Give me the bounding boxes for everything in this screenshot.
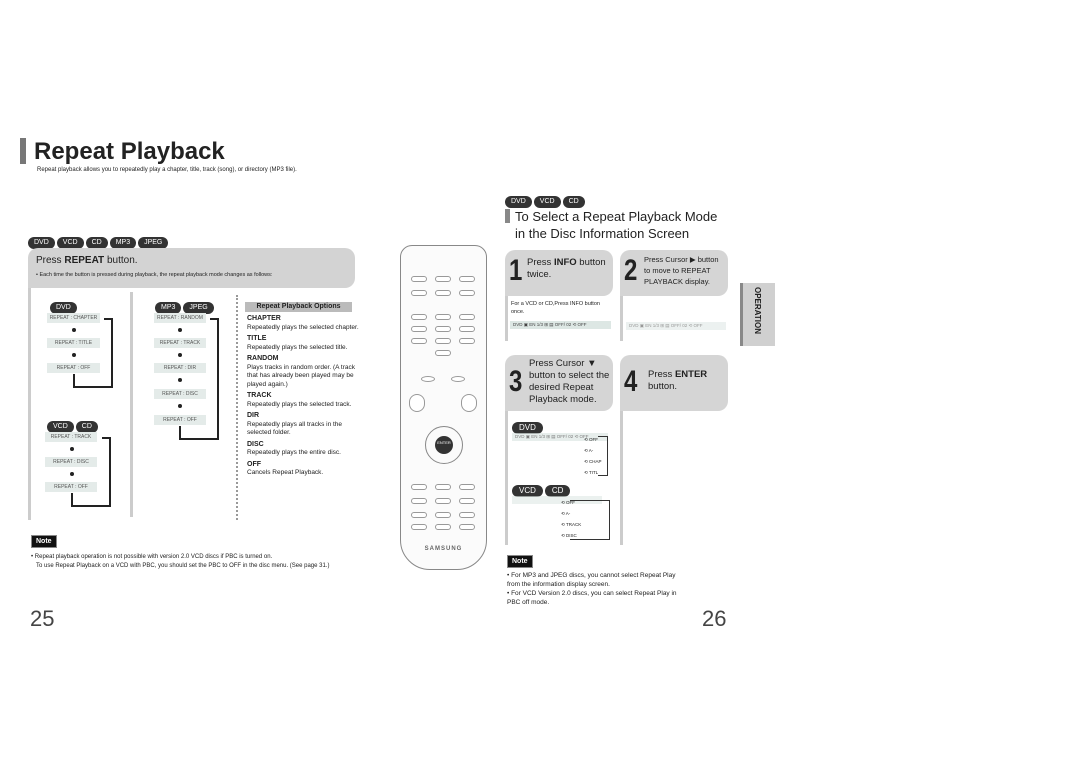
flow-item: REPEAT : RANDOM [154, 313, 206, 323]
step-1: 1 Press INFO button twice. [505, 250, 613, 296]
arrow-down-icon [178, 353, 182, 357]
loop-line [71, 493, 111, 507]
page-number: 25 [30, 606, 55, 631]
loop-line [73, 374, 113, 388]
flow-item: REPEAT : CHAPTER [47, 313, 100, 323]
loop-line [179, 426, 219, 440]
page-title: Repeat Playback [34, 138, 225, 165]
arrow-down-icon [70, 472, 74, 476]
arrow-down-icon [178, 328, 182, 332]
divider [130, 292, 133, 517]
flow-item: REPEAT : OFF [47, 363, 100, 373]
info-display-bar: DVD ▣ EN 1/3 ⊞ ▤ OFF/ 02 ⟲ OFF [626, 322, 726, 330]
info-display-bar: DVD ▣ EN 1/3 ⊞ ▤ OFF/ 02 ⟲ OFF [510, 321, 611, 329]
arrow-down-icon [178, 404, 182, 408]
instruction-box: Press REPEAT button. • Each time the but… [28, 248, 355, 288]
loop-arrow-icon [102, 437, 111, 495]
instruction-text: Press REPEAT button. [36, 255, 138, 266]
loop-arrow-icon [210, 318, 219, 428]
page-subtitle: Repeat playback allows you to repeatedly… [37, 167, 297, 173]
flow-item: REPEAT : TRACK [45, 432, 97, 442]
title-bar-accent [20, 138, 26, 164]
enter-button: ENTER [435, 436, 453, 454]
arrow-down-icon [72, 353, 76, 357]
options-list: CHAPTER Repeatedly plays the selected cha… [247, 315, 359, 476]
divider [28, 288, 31, 520]
disc-badges: DVD VCD CD MP3 JPEG [28, 231, 170, 249]
arrow-down-icon [178, 378, 182, 382]
badge-cd: CD [562, 196, 585, 208]
badge-vcd: VCD [533, 196, 561, 208]
note-text: • For MP3 and JPEG discs, you cannot sel… [507, 572, 677, 606]
step-3: 3 Press Cursor ▼ button to select the de… [505, 355, 613, 411]
step-4: 4 Press ENTER button. [620, 355, 728, 411]
flow-item: REPEAT : TITLE [47, 338, 100, 348]
section-heading: To Select a Repeat Playback Mode in the D… [515, 209, 718, 241]
loop-arrow-icon [104, 318, 113, 376]
page-number: 26 [702, 606, 727, 631]
note-label: Note [31, 535, 57, 548]
divider [236, 295, 238, 520]
badge-dvd: DVD [505, 196, 532, 208]
remote-brand-logo: SAMSUNG [424, 546, 463, 552]
flow-item: REPEAT : DISC [45, 457, 97, 467]
loop-line [598, 436, 608, 476]
step-2: 2 Press Cursor ▶ button to move to REPEA… [620, 250, 728, 296]
flow-item: REPEAT : TRACK [154, 338, 206, 348]
flow-item: REPEAT : DISC [154, 389, 206, 399]
side-tab: OPERATION [740, 283, 775, 346]
flow-item: REPEAT : DIR [154, 363, 206, 373]
flow-item: REPEAT : OFF [154, 415, 206, 425]
arrow-down-icon [70, 447, 74, 451]
flow-item: REPEAT : OFF [45, 482, 97, 492]
options-header: Repeat Playback Options [245, 302, 352, 312]
step-1-note: For a VCD or CD,Press INFO button once. [511, 301, 600, 315]
loop-line [570, 500, 610, 540]
arrow-down-icon [72, 328, 76, 332]
remote-control-image: ENTER SAMSUNG [400, 245, 487, 570]
note-label: Note [507, 555, 533, 568]
heading-accent [505, 209, 510, 223]
note-text: • Repeat playback operation is not possi… [31, 554, 330, 569]
instruction-bullet: • Each time the button is pressed during… [36, 272, 273, 278]
